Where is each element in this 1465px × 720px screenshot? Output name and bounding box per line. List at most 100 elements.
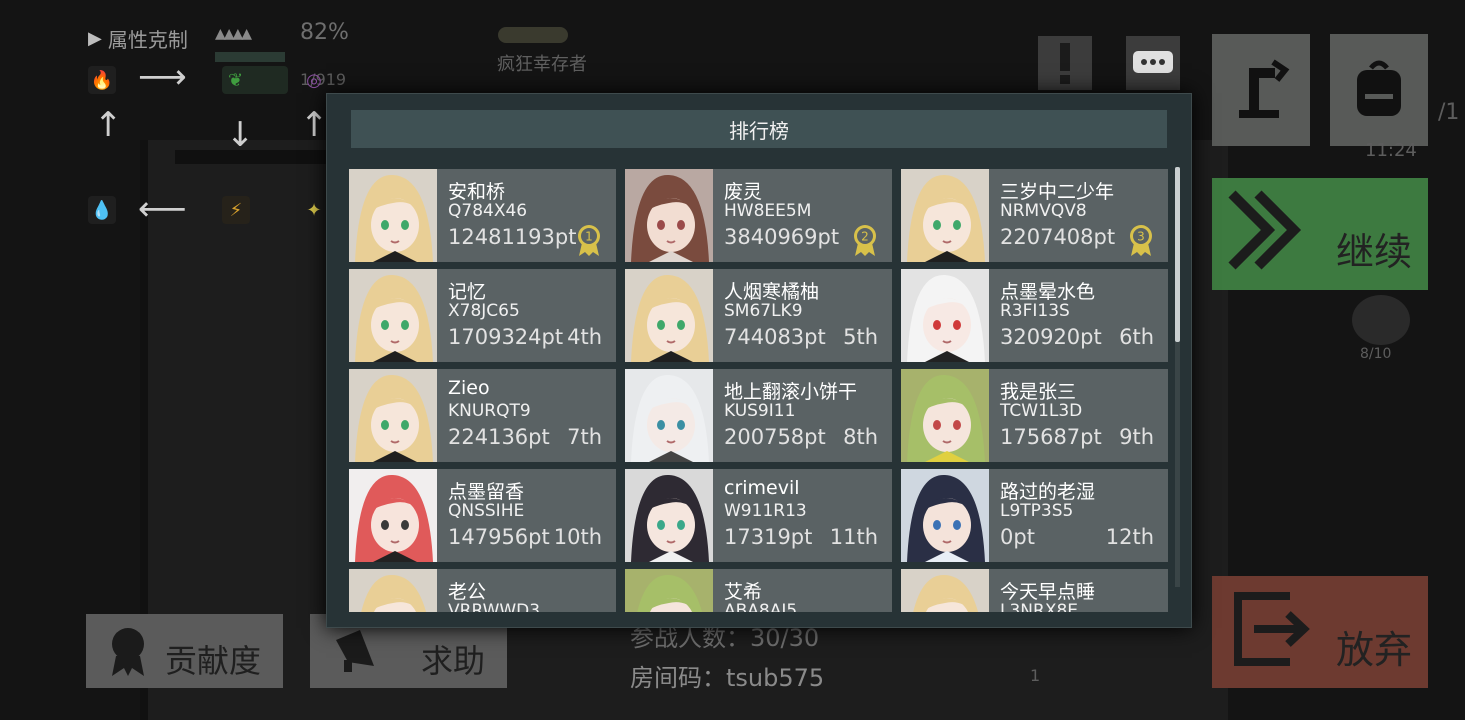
player-id: SM67LK9 (724, 301, 803, 321)
leaderboard-entry[interactable]: 路过的老湿 L9TP3S5 0pt 12th (901, 469, 1168, 562)
double-chevron-right-icon (1228, 190, 1302, 270)
leaderboard-entry[interactable]: 点墨留香 QNSSIHE 147956pt 10th (349, 469, 616, 562)
leaderboard-title: 排行榜 (729, 118, 789, 143)
leaderboard-entry[interactable]: 艾希 ABA8AJ5 (625, 569, 892, 612)
player-avatar (349, 569, 437, 612)
leaderboard-list[interactable]: 安和桥 Q784X46 12481193pt 1 废灵 HW8EE5M 3840969pt 2… (349, 169, 1169, 612)
rank-medal-icon: 1 (576, 223, 602, 257)
leaderboard-entry[interactable]: 我是张三 TCW1L3D 175687pt 9th (901, 369, 1168, 462)
arrow-left-icon: ⟵ (138, 189, 187, 229)
leaderboard-title-bar: 排行榜 (351, 110, 1167, 148)
player-name: 地上翻滚小饼干 (724, 381, 858, 403)
player-avatar (349, 469, 437, 562)
player-rank: 7th (567, 425, 602, 449)
player-rank: 9th (1119, 425, 1154, 449)
player-avatar (625, 369, 713, 462)
player-id: VRRWWD3 (448, 601, 541, 612)
player-score: 224136pt (448, 425, 550, 449)
player-score: 3840969pt (724, 225, 840, 249)
player-name: 点墨晕水色 (1000, 281, 1096, 303)
player-name: 点墨留香 (448, 481, 525, 503)
leaderboard-entry[interactable]: 废灵 HW8EE5M 3840969pt 2 (625, 169, 892, 262)
megaphone-icon (336, 630, 374, 672)
leaderboard-entry[interactable]: 地上翻滚小饼干 KUS9I11 200758pt 8th (625, 369, 892, 462)
side-avatar (1352, 295, 1410, 345)
leaderboard-entry[interactable]: crimevil W911R13 17319pt 11th (625, 469, 892, 562)
leaderboard-entry[interactable]: 今天早点睡 L3NRX8E (901, 569, 1168, 612)
rank-medal-icon: 3 (1128, 223, 1154, 257)
player-name: 安和桥 (448, 181, 506, 203)
robot-arm-button[interactable] (1212, 34, 1310, 146)
player-score: 17319pt (724, 525, 813, 549)
contribution-button[interactable]: 贡献度 (86, 614, 283, 688)
leaderboard-entry[interactable]: 安和桥 Q784X46 12481193pt 1 (349, 169, 616, 262)
leaderboard-entry[interactable]: 记忆 X78JC65 1709324pt 4th (349, 269, 616, 362)
player-id: TCW1L3D (1000, 401, 1083, 421)
leaderboard-scroll-thumb[interactable] (1175, 167, 1180, 342)
player-name: 人烟寒橘柚 (724, 281, 820, 303)
leaf-element-icon: ❦ (222, 66, 288, 94)
attribute-progress (215, 52, 285, 62)
player-score: 1709324pt (448, 325, 564, 349)
player-score: 12481193pt (448, 225, 577, 249)
leaderboard-entry[interactable]: 老公 VRRWWD3 (349, 569, 616, 612)
leaderboard-modal[interactable]: 排行榜 安和桥 Q784X46 12481193pt 1 废灵 HW8EE5M 384096… (326, 93, 1192, 628)
player-id: NRMVQV8 (1000, 201, 1087, 221)
abandon-button[interactable]: 放弃 (1212, 576, 1428, 688)
attribute-percent: 82% (300, 20, 349, 45)
void-element-icon: ◎ (306, 69, 322, 91)
side-number: /1 (1438, 100, 1460, 125)
player-name: 记忆 (448, 281, 487, 303)
arrow-up-icon: ↑ (300, 105, 329, 145)
player-name: 废灵 (724, 181, 763, 203)
arrow-right-icon: ⟶ (138, 57, 187, 97)
star-element-icon: ✦ (306, 199, 322, 221)
player-rank: 5th (843, 325, 878, 349)
svg-text:2: 2 (861, 230, 869, 244)
player-score: 175687pt (1000, 425, 1102, 449)
player-id: R3FI13S (1000, 301, 1070, 321)
robot-arm-icon (1239, 59, 1290, 118)
exit-icon (1234, 592, 1310, 666)
player-avatar (901, 369, 989, 462)
boss-name: 疯狂幸存者 (497, 54, 587, 75)
player-avatar (901, 169, 989, 262)
player-id: KNURQT9 (448, 401, 531, 421)
fire-element-icon: 🔥 (88, 66, 116, 94)
player-id: L9TP3S5 (1000, 501, 1074, 521)
player-id: KUS9I11 (724, 401, 796, 421)
leaderboard-entry[interactable]: 点墨晕水色 R3FI13S 320920pt 6th (901, 269, 1168, 362)
player-id: X78JC65 (448, 301, 520, 321)
player-avatar (901, 569, 989, 612)
arrow-up-icon: ↑ (94, 105, 123, 145)
player-id: HW8EE5M (724, 201, 812, 221)
player-score: 744083pt (724, 325, 826, 349)
attribute-bars: ▲▲▲▲ (215, 26, 252, 42)
small-count: 1 (1030, 666, 1041, 685)
lightning-element-icon: ⚡ (222, 196, 250, 224)
play-triangle-icon: ▶ (88, 28, 102, 49)
player-rank: 6th (1119, 325, 1154, 349)
attribute-title: 属性克制 (107, 28, 188, 52)
player-avatar (901, 469, 989, 562)
leaderboard-entry[interactable]: 三岁中二少年 NRMVQV8 2207408pt 3 (901, 169, 1168, 262)
leaderboard-entry[interactable]: 人烟寒橘柚 SM67LK9 744083pt 5th (625, 269, 892, 362)
player-id: W911R13 (724, 501, 807, 521)
chat-button[interactable] (1126, 36, 1180, 90)
chat-bubble-icon (1133, 51, 1173, 73)
attribute-counter-toggle[interactable]: ▶ 属性克制 (88, 24, 188, 53)
water-element-icon: 💧 (88, 196, 116, 224)
player-id: QNSSIHE (448, 501, 525, 521)
player-id: L3NRX8E (1000, 601, 1079, 612)
player-name: 艾希 (724, 581, 763, 603)
alert-button[interactable] (1038, 36, 1092, 90)
continue-button[interactable]: 继续 (1212, 178, 1428, 290)
player-score: 320920pt (1000, 325, 1102, 349)
leaderboard-entry[interactable]: Zieo KNURQT9 224136pt 7th (349, 369, 616, 462)
exclamation-icon (1060, 43, 1070, 84)
player-avatar (349, 269, 437, 362)
player-rank: 10th (553, 525, 602, 549)
rank-medal-icon: 2 (852, 223, 878, 257)
backpack-button[interactable] (1330, 34, 1428, 146)
backpack-icon (1357, 60, 1401, 116)
